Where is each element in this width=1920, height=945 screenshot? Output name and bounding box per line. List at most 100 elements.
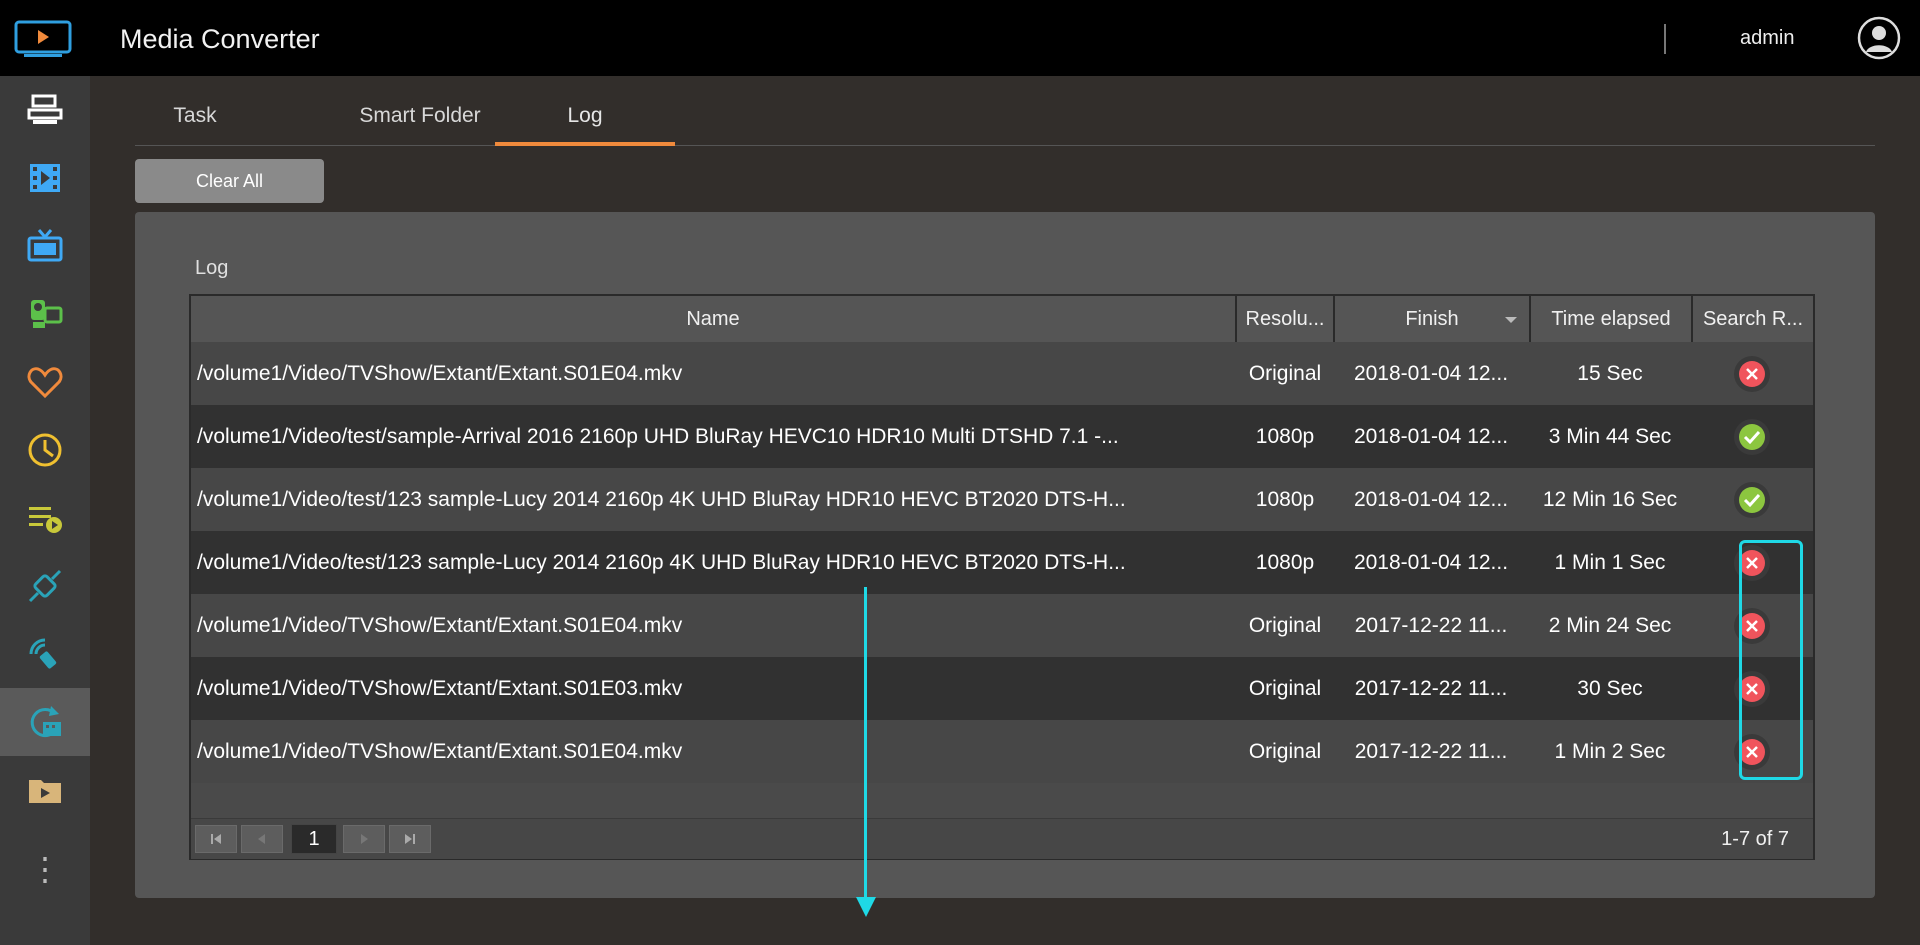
folder-icon bbox=[29, 780, 61, 803]
cell-search-result bbox=[1691, 405, 1813, 468]
app-title: Media Converter bbox=[120, 24, 320, 54]
success-status-icon[interactable] bbox=[1733, 481, 1771, 519]
success-status-icon[interactable] bbox=[1733, 418, 1771, 456]
tab-smart-folder[interactable]: Smart Folder bbox=[325, 90, 515, 142]
cell-finish: 2018-01-04 12... bbox=[1353, 362, 1509, 385]
more-icon[interactable]: ⋮ bbox=[0, 844, 90, 894]
server-icon bbox=[27, 94, 63, 124]
cell-resolution: 1080p bbox=[1255, 425, 1315, 448]
first-page-button[interactable] bbox=[195, 825, 237, 853]
film-icon bbox=[30, 164, 60, 192]
last-page-button[interactable] bbox=[389, 825, 431, 853]
user-avatar-icon[interactable] bbox=[1857, 16, 1901, 60]
next-page-button[interactable] bbox=[343, 825, 385, 853]
annotation-highlight-box bbox=[1739, 540, 1803, 780]
column-header-search-result[interactable]: Search R... bbox=[1693, 296, 1813, 342]
cell-resolution: Original bbox=[1248, 362, 1322, 385]
sidebar-item-camera[interactable] bbox=[0, 280, 90, 348]
cell-name: /volume1/Video/test/sample-Arrival 2016 … bbox=[197, 425, 1119, 448]
table-row[interactable]: /volume1/Video/test/sample-Arrival 2016 … bbox=[191, 405, 1813, 468]
prev-page-icon bbox=[258, 834, 265, 844]
cell-finish: 2018-01-04 12... bbox=[1353, 551, 1509, 574]
column-header-time-elapsed[interactable]: Time elapsed bbox=[1531, 296, 1693, 342]
column-header-finish-label: Finish bbox=[1405, 308, 1459, 330]
sidebar-item-connection[interactable] bbox=[0, 552, 90, 620]
cell-time-elapsed: 1 Min 2 Sec bbox=[1554, 740, 1666, 763]
user-name[interactable]: admin bbox=[1740, 27, 1794, 50]
sidebar-item-favorites[interactable] bbox=[0, 348, 90, 416]
playlist-icon bbox=[29, 507, 62, 533]
cell-resolution: Original bbox=[1248, 677, 1322, 700]
cell-search-result bbox=[1691, 468, 1813, 531]
cell-name: /volume1/Video/TVShow/Extant/Extant.S01E… bbox=[197, 614, 683, 637]
sidebar-item-folder[interactable] bbox=[0, 756, 90, 824]
sidebar-item-streaming[interactable] bbox=[0, 620, 90, 688]
cell-time-elapsed: 3 Min 44 Sec bbox=[1548, 425, 1672, 448]
heart-icon bbox=[27, 367, 63, 399]
cell-time-elapsed: 30 Sec bbox=[1577, 677, 1643, 700]
cell-finish: 2018-01-04 12... bbox=[1353, 425, 1509, 448]
cell-finish: 2017-12-22 11... bbox=[1354, 740, 1508, 763]
cell-name: /volume1/Video/test/123 sample-Lucy 2014… bbox=[197, 551, 1126, 574]
cell-finish: 2017-12-22 11... bbox=[1354, 614, 1508, 637]
cell-time-elapsed: 15 Sec bbox=[1577, 362, 1643, 385]
cell-resolution: 1080p bbox=[1255, 488, 1315, 511]
sidebar-item-tv[interactable] bbox=[0, 212, 90, 280]
cell-time-elapsed: 12 Min 16 Sec bbox=[1542, 488, 1678, 511]
table-row[interactable]: /volume1/Video/test/123 sample-Lucy 2014… bbox=[191, 468, 1813, 531]
dlna-icon bbox=[29, 638, 57, 669]
clock-icon bbox=[28, 433, 62, 467]
tab-task[interactable]: Task bbox=[135, 90, 255, 142]
log-panel: Log Name Resolu... Finish Time elapsed S… bbox=[135, 212, 1875, 898]
cell-name: /volume1/Video/TVShow/Extant/Extant.S01E… bbox=[197, 362, 683, 385]
plug-icon bbox=[28, 569, 62, 603]
first-page-icon bbox=[211, 834, 221, 844]
annotation-arrow-line bbox=[864, 587, 867, 897]
annotation-arrow-head bbox=[856, 897, 876, 917]
cell-finish: 2018-01-04 12... bbox=[1353, 488, 1509, 511]
top-separator bbox=[1664, 24, 1666, 54]
cell-name: /volume1/Video/TVShow/Extant/Extant.S01E… bbox=[197, 740, 683, 763]
sidebar-item-server[interactable] bbox=[0, 76, 90, 144]
error-status-icon[interactable] bbox=[1733, 355, 1771, 393]
table-row[interactable]: /volume1/Video/TVShow/Extant/Extant.S01E… bbox=[191, 594, 1813, 657]
camera-icon bbox=[31, 300, 63, 328]
cell-search-result bbox=[1691, 342, 1813, 405]
cell-finish: 2017-12-22 11... bbox=[1354, 677, 1508, 700]
sidebar-item-media-converter[interactable] bbox=[0, 688, 90, 756]
sort-desc-icon[interactable] bbox=[1505, 317, 1517, 323]
tab-bar: Task Smart Folder Log bbox=[135, 90, 1875, 146]
cell-time-elapsed: 2 Min 24 Sec bbox=[1548, 614, 1672, 637]
top-bar: Media Converter admin bbox=[0, 0, 1920, 76]
table-row[interactable]: /volume1/Video/TVShow/Extant/Extant.S01E… bbox=[191, 720, 1813, 783]
prev-page-button[interactable] bbox=[241, 825, 283, 853]
cell-resolution: Original bbox=[1248, 614, 1322, 637]
cell-time-elapsed: 1 Min 1 Sec bbox=[1554, 551, 1666, 574]
log-table: Name Resolu... Finish Time elapsed Searc… bbox=[189, 294, 1815, 860]
cell-name: /volume1/Video/test/123 sample-Lucy 2014… bbox=[197, 488, 1126, 511]
cell-resolution: Original bbox=[1248, 740, 1322, 763]
column-header-finish[interactable]: Finish bbox=[1335, 296, 1531, 342]
last-page-icon bbox=[405, 834, 415, 844]
cell-resolution: 1080p bbox=[1255, 551, 1315, 574]
tab-log[interactable]: Log bbox=[495, 90, 675, 146]
table-header: Name Resolu... Finish Time elapsed Searc… bbox=[191, 296, 1813, 344]
table-row[interactable]: /volume1/Video/TVShow/Extant/Extant.S01E… bbox=[191, 342, 1813, 405]
tv-icon bbox=[27, 229, 63, 262]
page-number-input[interactable] bbox=[291, 824, 337, 854]
cell-name: /volume1/Video/TVShow/Extant/Extant.S01E… bbox=[197, 677, 683, 700]
sidebar-item-playlist[interactable] bbox=[0, 484, 90, 552]
column-header-resolution[interactable]: Resolu... bbox=[1237, 296, 1335, 342]
panel-title: Log bbox=[195, 257, 229, 279]
table-row[interactable]: /volume1/Video/TVShow/Extant/Extant.S01E… bbox=[191, 657, 1813, 720]
sidebar-item-recent[interactable] bbox=[0, 416, 90, 484]
sidebar: ⋮ bbox=[0, 76, 90, 945]
clear-all-button[interactable]: Clear All bbox=[135, 159, 324, 203]
table-row[interactable]: /volume1/Video/test/123 sample-Lucy 2014… bbox=[191, 531, 1813, 594]
column-header-name[interactable]: Name bbox=[191, 296, 1237, 342]
sidebar-item-video[interactable] bbox=[0, 144, 90, 212]
app-logo-icon bbox=[14, 20, 72, 57]
pagination: 1-7 of 7 bbox=[191, 818, 1813, 859]
next-page-icon bbox=[361, 834, 368, 844]
page-info: 1-7 of 7 bbox=[1721, 828, 1789, 850]
